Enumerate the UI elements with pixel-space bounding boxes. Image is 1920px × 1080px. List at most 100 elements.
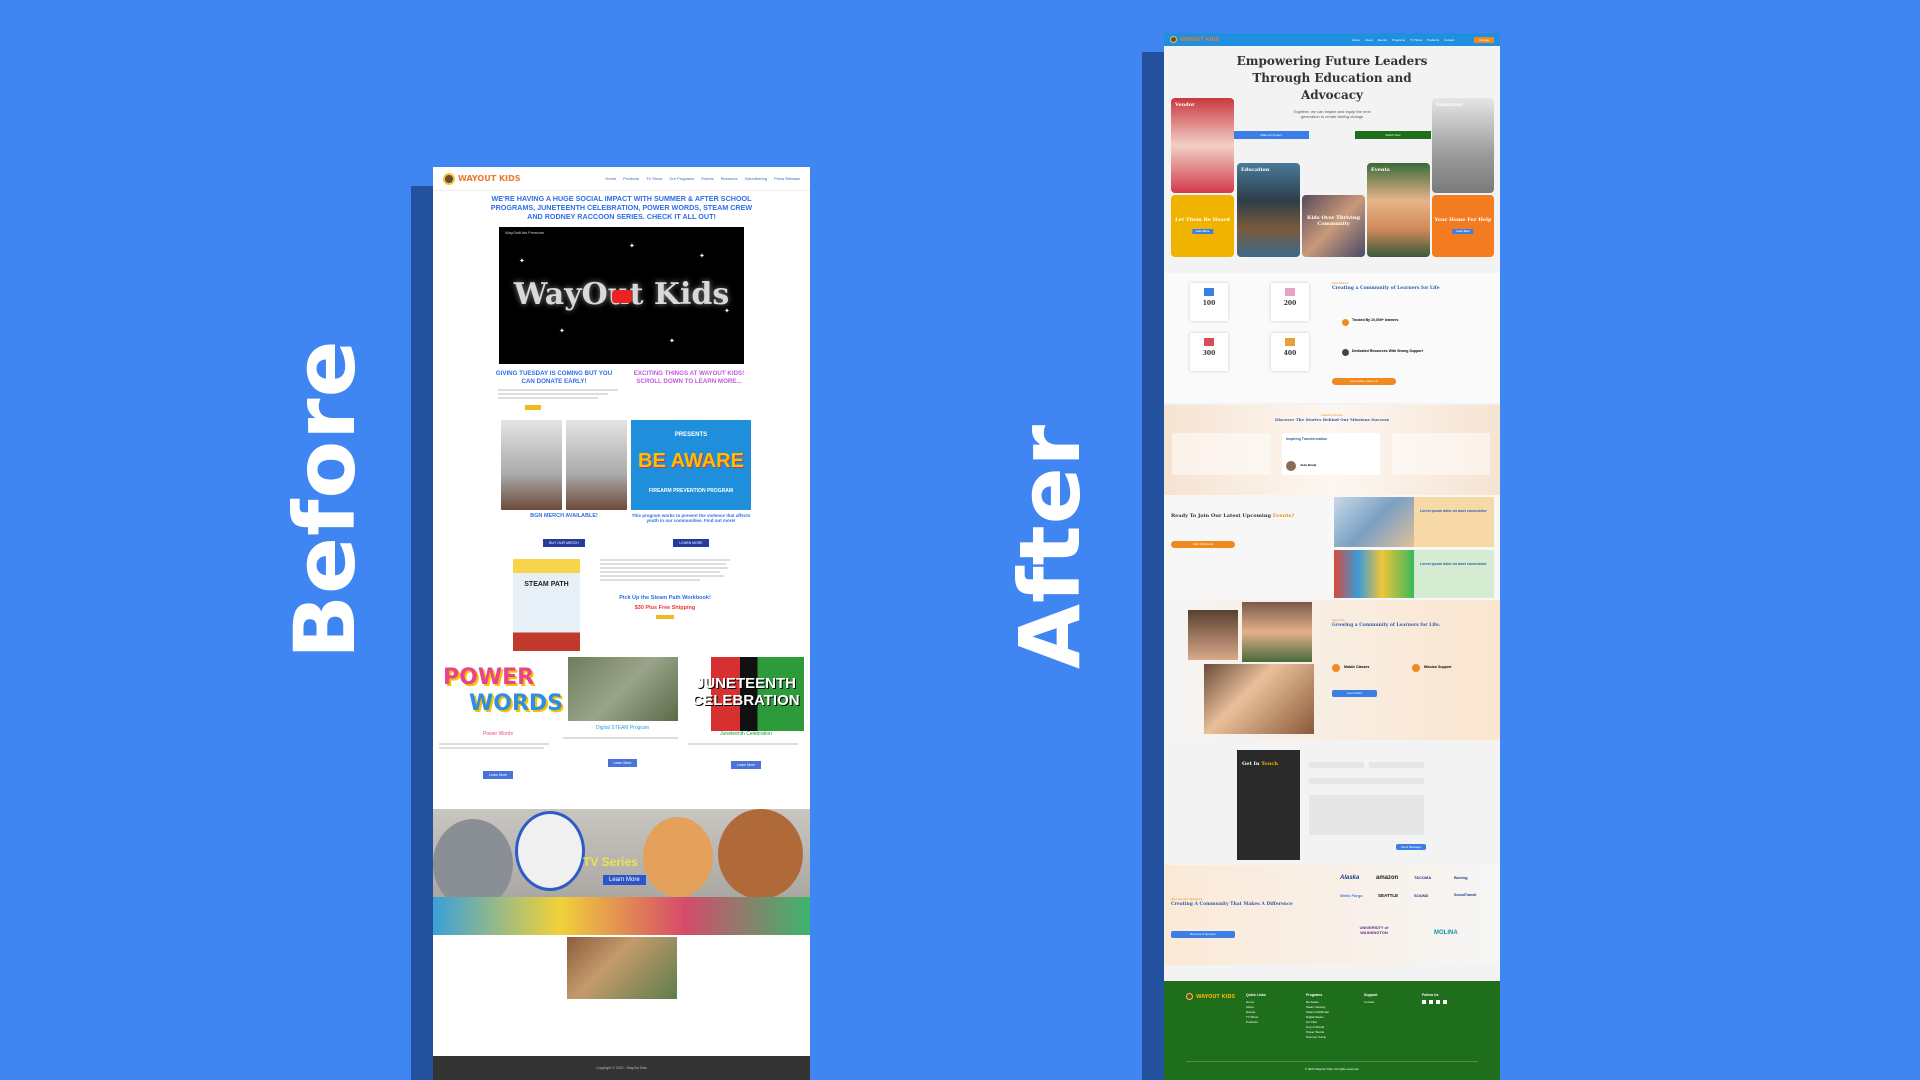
home-for-help-card[interactable]: Your Home For Help Learn More	[1432, 195, 1494, 257]
events-card[interactable]: Events	[1367, 163, 1430, 257]
nav-item[interactable]: Events	[701, 176, 713, 181]
nav-item[interactable]: Home	[606, 176, 617, 181]
last-name-input[interactable]	[1369, 762, 1424, 768]
giving-tuesday-text: GIVING TUESDAY IS COMING BUT YOU CAN DON…	[495, 370, 613, 385]
be-aware-banner: PRESENTS BE AWARE FIREARM PREVENTION PRO…	[631, 420, 751, 510]
stat-card: 200	[1271, 283, 1309, 321]
nav-item[interactable]: Press Release	[774, 176, 800, 181]
stat-card: 400	[1271, 333, 1309, 371]
event-card[interactable]: Lorem ipsum dolor sit amet consectetur	[1414, 497, 1494, 547]
nav-item[interactable]: Home	[1352, 38, 1360, 42]
footer-divider	[1186, 1061, 1478, 1062]
tv-series-button[interactable]: Learn More	[603, 875, 646, 885]
sparkle-icon: ✦	[699, 253, 705, 260]
sparkle-icon: ✦	[559, 328, 565, 335]
volunteer-card[interactable]: Volunteer	[1432, 98, 1494, 193]
after-footer: WAYOUT KIDS Quick Links Home About Event…	[1164, 981, 1500, 1080]
sponsors-title: Creating A Community That Makes A Differ…	[1171, 902, 1293, 907]
before-navbar: WAYOUT KIDS Home Products TV Show Our Pr…	[433, 167, 810, 191]
after-logo[interactable]: WAYOUT KIDS	[1170, 36, 1219, 43]
nav-item[interactable]: Resource	[721, 176, 738, 181]
sparkle-icon: ✦	[629, 243, 635, 250]
view-events-button[interactable]: View All Events	[1171, 541, 1235, 548]
after-screenshot: WAYOUT KIDS Home About Events Programs T…	[1164, 33, 1500, 1080]
facebook-icon[interactable]	[1422, 1000, 1426, 1004]
vendor-title: Vendor	[1175, 102, 1195, 108]
before-label: Before	[276, 339, 374, 659]
buy-merch-button[interactable]: BUY OUR MERCH	[543, 539, 585, 547]
video-embed[interactable]: WayOutKids Presents ✦ ✦ ✦ ✦ ✦ ✦ WayOut K…	[499, 227, 744, 364]
footer-link[interactable]: Summer Camp	[1306, 1035, 1329, 1040]
award-icon	[1204, 338, 1214, 346]
watch-now-button[interactable]: Watch Now	[1355, 131, 1431, 139]
nav-item[interactable]: Volunteering	[745, 176, 767, 181]
about-point: Dedicated Resources With Strong Support	[1352, 349, 1423, 353]
send-message-button[interactable]: Send Message	[1396, 844, 1426, 850]
heard-button[interactable]: Learn More	[1191, 229, 1214, 234]
home-button[interactable]: Learn More	[1452, 229, 1474, 234]
make-impact-button[interactable]: Make an Impact	[1233, 131, 1309, 139]
juneteenth-button[interactable]: Learn More	[731, 761, 761, 769]
become-sponsor-button[interactable]: Become A Sponsor	[1171, 931, 1235, 938]
stat-value: 400	[1283, 350, 1297, 357]
digital-steam-button[interactable]: Learn More	[607, 759, 638, 767]
nav-item[interactable]: Products	[1427, 38, 1439, 42]
nav-item[interactable]: Products	[623, 176, 639, 181]
shield-icon	[1342, 319, 1349, 326]
message-textarea[interactable]	[1309, 795, 1424, 835]
nav-item[interactable]: Our Programs	[669, 176, 694, 181]
be-aware-button[interactable]: LEARN MORE	[673, 539, 709, 547]
steam-buy-button[interactable]	[656, 615, 674, 619]
nav-item[interactable]: Contact	[1444, 38, 1454, 42]
vendor-card[interactable]: Vendor	[1171, 98, 1234, 193]
stat-card: 300	[1190, 333, 1228, 371]
footer-link[interactable]: Contact	[1364, 1000, 1377, 1005]
education-card[interactable]: Education	[1237, 163, 1300, 257]
first-name-input[interactable]	[1309, 762, 1364, 768]
event-title: Lorem ipsum dolor sit amet consectetur	[1420, 509, 1487, 513]
community-item: Mobile Classes	[1344, 665, 1370, 669]
announcement-row: GIVING TUESDAY IS COMING BUT YOU CAN DON…	[433, 364, 810, 386]
thriving-community-card[interactable]: Kids Over Thriving Community	[1302, 195, 1365, 257]
youtube-icon[interactable]	[1443, 1000, 1447, 1004]
about-button[interactable]: Learn More About Us	[1332, 378, 1396, 385]
nav-item[interactable]: TV Show	[1410, 38, 1422, 42]
donate-button[interactable]: Donate	[1474, 36, 1494, 43]
footer-logo[interactable]: WAYOUT KIDS	[1186, 993, 1235, 1000]
steam-path-price: $30 Plus Free Shipping	[634, 605, 696, 611]
footer-link[interactable]: Products	[1246, 1020, 1266, 1025]
nav-item[interactable]: About	[1365, 38, 1373, 42]
tacoma-logo-icon: TACOMA	[1414, 875, 1432, 880]
raccoon-character-icon	[515, 811, 585, 891]
raccoon-logo-icon	[1170, 36, 1177, 43]
juneteenth-image: JUNETEENTH CELEBRATION	[688, 657, 804, 731]
merch-photo	[501, 420, 562, 510]
x-icon[interactable]	[1436, 1000, 1440, 1004]
power-words-button[interactable]: Learn More	[483, 771, 513, 779]
nav-item[interactable]: Programs	[1392, 38, 1405, 42]
program-cards-row: POWER WORDS Power Words Learn More Digit…	[433, 651, 810, 781]
mission-support-icon	[1412, 664, 1420, 672]
let-them-be-heard-card[interactable]: Let Them Be Heard Learn More	[1171, 195, 1234, 257]
instagram-icon[interactable]	[1429, 1000, 1433, 1004]
merch-caption: BGN MERCH AVAILABLE!	[530, 513, 598, 519]
testimonial-card	[1392, 433, 1490, 475]
event-image	[1334, 550, 1414, 598]
community-photo	[566, 937, 677, 999]
testimonial-card	[1172, 433, 1270, 475]
text-placeholder	[498, 389, 618, 391]
email-input[interactable]	[1309, 778, 1424, 784]
community-title: Growing a Community of Learners for Life…	[1332, 623, 1441, 628]
nav-item[interactable]: TV Show	[646, 176, 662, 181]
footer-follow: Follow Us	[1422, 993, 1447, 1004]
community-button[interactable]: Learn More	[1332, 690, 1377, 697]
event-card[interactable]: Lorem ipsum dolor sit amet consectetur	[1414, 550, 1494, 598]
after-panel-shadow	[1142, 52, 1164, 1080]
play-icon[interactable]	[612, 290, 632, 303]
text-placeholder	[498, 393, 608, 395]
before-logo[interactable]: WAYOUT KIDS	[443, 172, 521, 185]
steam-path-workbook-image: STEAM PATH	[513, 559, 580, 651]
amazon-logo-icon: amazon	[1376, 875, 1399, 881]
digital-steam-image	[567, 657, 678, 721]
nav-item[interactable]: Events	[1378, 38, 1387, 42]
